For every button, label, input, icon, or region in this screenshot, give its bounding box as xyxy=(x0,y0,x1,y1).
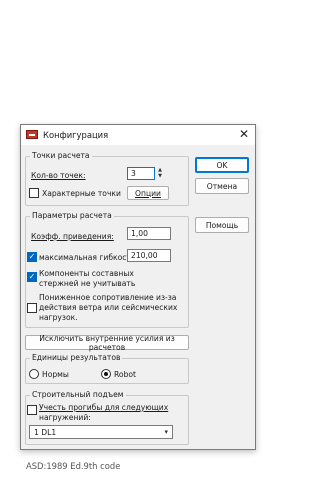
max-flex-label: максимальная гибкость xyxy=(39,253,127,262)
camber-group-label: Строительный подъем xyxy=(30,390,126,399)
close-icon[interactable]: ✕ xyxy=(239,127,249,141)
components-label-line1: Компоненты составных xyxy=(39,269,134,278)
units-norms-radio[interactable] xyxy=(29,369,39,379)
calc-params-label: Параметры расчета xyxy=(30,211,114,220)
consider-label-line2: нагружений: xyxy=(39,413,91,422)
options-button-label: Опции xyxy=(135,188,161,198)
reduced-label-line2: действия ветра или сейсмических xyxy=(39,303,178,312)
config-dialog: Конфигурация ✕ OK Отмена Помощь Точки ра… xyxy=(20,124,256,450)
dialog-titlebar: Конфигурация ✕ xyxy=(21,125,255,145)
load-case-select-value: 1 DL1 xyxy=(34,428,57,437)
options-button[interactable]: Опции xyxy=(127,186,169,200)
points-count-label: Кол-во точек: xyxy=(31,171,86,180)
characteristic-points-label: Характерные точки xyxy=(42,189,121,198)
units-group-label: Единицы результатов xyxy=(30,353,123,362)
chevron-down-icon[interactable]: ▾ xyxy=(164,427,168,438)
points-count-stepper[interactable]: ▲ ▼ xyxy=(156,167,164,179)
reduced-resistance-checkbox[interactable] xyxy=(27,303,37,313)
units-norms-label: Нормы xyxy=(42,370,69,379)
app-icon xyxy=(26,130,38,139)
max-flex-checkbox[interactable]: ✓ xyxy=(27,252,37,262)
components-checkbox[interactable]: ✓ xyxy=(27,272,37,282)
load-case-select[interactable]: 1 DL1 ▾ xyxy=(29,425,173,439)
points-count-input[interactable]: 3 xyxy=(127,167,155,180)
components-label-line2: стержней не учитывать xyxy=(39,279,136,288)
help-button[interactable]: Помощь xyxy=(195,217,249,233)
coef-input[interactable]: 1,00 xyxy=(127,227,171,240)
units-robot-radio[interactable] xyxy=(101,369,111,379)
characteristic-points-checkbox[interactable] xyxy=(29,188,39,198)
reduced-label-line1: Пониженное сопротивление из-за xyxy=(39,293,177,302)
consider-deflections-checkbox[interactable] xyxy=(27,405,37,415)
max-flex-input[interactable]: 210,00 xyxy=(127,249,171,262)
stepper-down-icon[interactable]: ▼ xyxy=(156,173,164,179)
consider-label-line1: Учесть прогибы для следующих xyxy=(39,403,169,412)
units-robot-label: Robot xyxy=(114,370,137,379)
code-footer: ASD:1989 Ed.9th code xyxy=(26,461,121,471)
dialog-title: Конфигурация xyxy=(43,130,109,140)
cancel-button[interactable]: Отмена xyxy=(195,178,249,194)
coef-label: Коэфф. приведения: xyxy=(31,232,114,241)
exclude-forces-button[interactable]: Исключить внутренние усилия из расчетов xyxy=(25,334,189,352)
ok-button[interactable]: OK xyxy=(195,157,249,173)
reduced-label-line3: нагрузок. xyxy=(39,313,78,322)
points-group-label: Точки расчета xyxy=(30,151,92,160)
